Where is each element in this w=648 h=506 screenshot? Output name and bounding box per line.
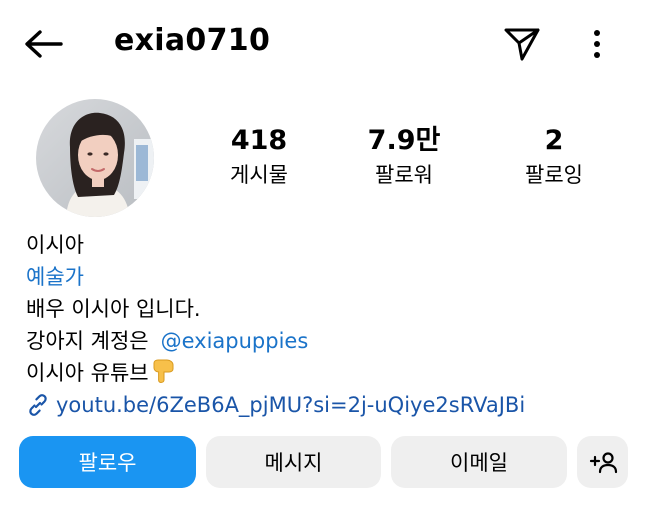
- bio-line-3-text: 이시아 유튜브: [26, 361, 149, 385]
- profile-username: exia0710: [114, 23, 271, 58]
- message-button[interactable]: 메시지: [206, 436, 381, 488]
- posts-count: 418: [230, 125, 288, 156]
- vertical-dots-icon: [594, 30, 600, 58]
- following-count-stat[interactable]: 2 팔로잉: [484, 124, 624, 190]
- profile-category[interactable]: 예술가: [26, 261, 525, 293]
- bio-line-2-text: 강아지 계정은: [26, 329, 149, 353]
- followers-count: 7.9만: [367, 125, 441, 156]
- arrow-left-icon: [25, 30, 63, 58]
- followers-label: 팔로워: [375, 163, 433, 187]
- profile-header: exia0710: [0, 0, 648, 90]
- direct-message-button[interactable]: [502, 24, 542, 64]
- suggested-accounts-button[interactable]: [577, 436, 628, 488]
- profile-display-name: 이시아: [26, 233, 84, 257]
- follow-button[interactable]: 팔로우: [19, 436, 196, 488]
- mention-link[interactable]: @exiapuppies: [161, 329, 309, 353]
- email-button[interactable]: 이메일: [391, 436, 567, 488]
- bio-line-1: 배우 이시아 입니다.: [26, 297, 201, 321]
- posts-label: 게시물: [230, 163, 288, 187]
- followers-count-stat[interactable]: 7.9만 팔로워: [334, 124, 474, 190]
- avatar-photo: [36, 99, 154, 217]
- following-count: 2: [544, 125, 564, 156]
- bio-line-2: 강아지 계정은 @exiapuppies: [26, 325, 525, 357]
- back-button[interactable]: [20, 24, 66, 64]
- bio-line-3: 이시아 유튜브: [26, 357, 525, 389]
- link-icon: [29, 394, 47, 416]
- more-options-button[interactable]: [582, 24, 612, 64]
- profile-avatar[interactable]: [36, 99, 154, 217]
- add-user-icon: [589, 452, 617, 474]
- external-link-text: youtu.be/6ZeB6A_pjMU?si=2j-uQiye2sRVaJBi: [56, 393, 526, 417]
- following-label: 팔로잉: [525, 163, 583, 187]
- external-link[interactable]: youtu.be/6ZeB6A_pjMU?si=2j-uQiye2sRVaJBi: [26, 389, 525, 421]
- posts-count-stat[interactable]: 418 게시물: [189, 124, 329, 190]
- profile-bio: 이시아 예술가 배우 이시아 입니다. 강아지 계정은 @exiapuppies …: [26, 229, 525, 421]
- pointing-down-hand-icon: [151, 359, 177, 392]
- paper-plane-icon: [504, 28, 540, 61]
